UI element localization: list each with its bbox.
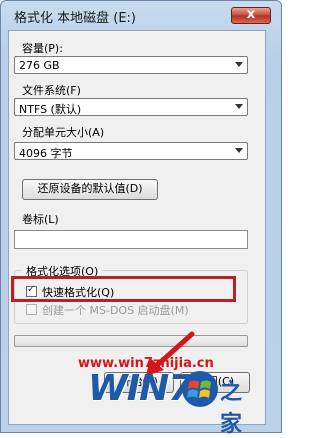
- filesystem-value: NTFS (默认): [19, 103, 82, 116]
- restore-defaults-button[interactable]: 还原设备的默认值(D): [22, 179, 158, 200]
- chevron-down-icon: [235, 62, 243, 67]
- volume-label: 卷标(L): [22, 213, 59, 226]
- allocation-value: 4096 字节: [19, 147, 73, 160]
- allocation-select[interactable]: 4096 字节: [14, 142, 248, 160]
- format-progress-bar: [14, 335, 248, 347]
- chevron-down-icon: [235, 148, 243, 153]
- chevron-down-icon: [235, 104, 243, 109]
- capacity-select[interactable]: 276 GB: [14, 56, 248, 74]
- capacity-label: 容量(P):: [22, 42, 63, 55]
- filesystem-label: 文件系统(F): [22, 84, 81, 97]
- msdos-startup-label: 创建一个 MS-DOS 启动盘(M): [42, 304, 189, 317]
- allocation-label: 分配单元大小(A): [22, 126, 105, 139]
- window-close-button[interactable]: x: [231, 7, 271, 24]
- capacity-value: 276 GB: [19, 59, 60, 72]
- volume-label-input[interactable]: [14, 230, 248, 249]
- quick-format-highlight: [11, 276, 236, 302]
- msdos-startup-checkbox[interactable]: [26, 304, 37, 315]
- filesystem-select[interactable]: NTFS (默认): [14, 98, 248, 116]
- windows-flag-icon: [182, 371, 218, 407]
- window-title: 格式化 本地磁盘 (E:): [14, 11, 137, 26]
- logo-suffix: 之家: [220, 380, 243, 437]
- logo-text: WIN7: [88, 368, 193, 409]
- close-icon: x: [246, 7, 256, 22]
- win7-logo: WIN7 之家: [88, 364, 260, 437]
